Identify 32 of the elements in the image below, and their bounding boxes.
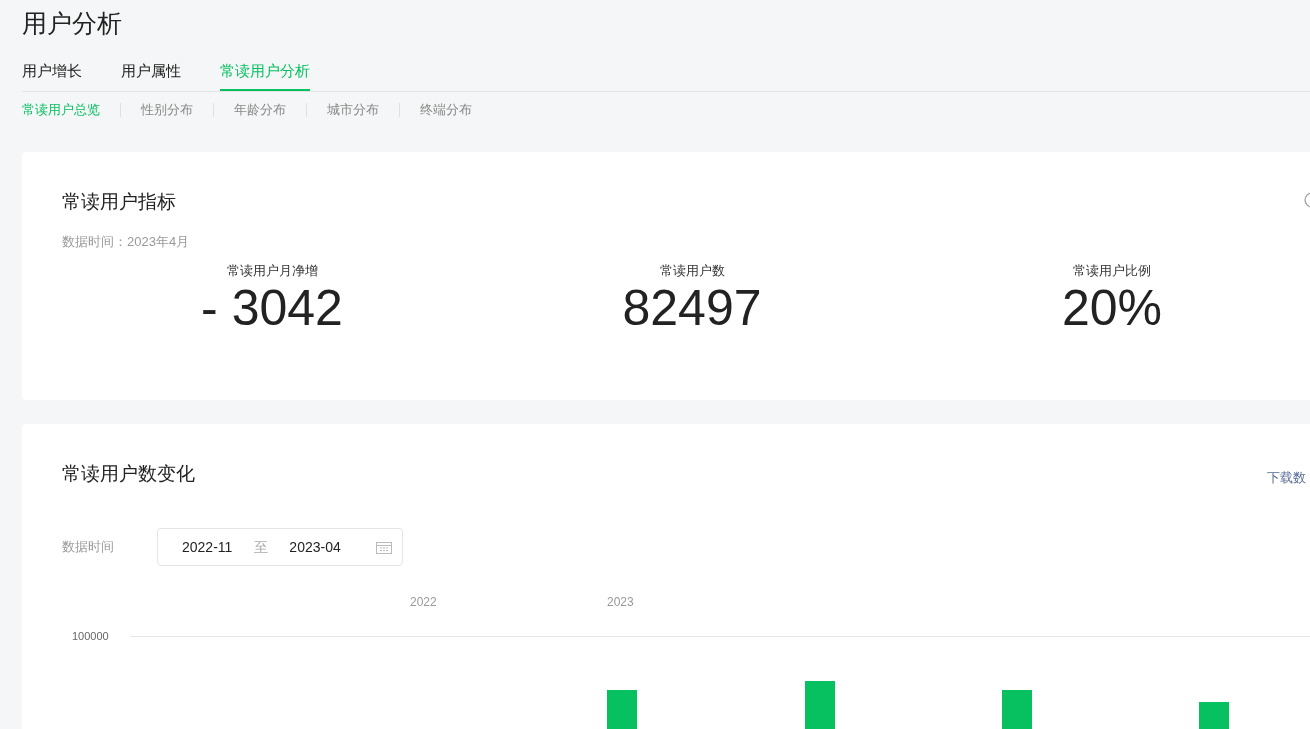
metric-value: 82497: [622, 280, 762, 336]
metric-value: 20%: [1061, 280, 1163, 336]
download-link[interactable]: 下载数: [1267, 468, 1306, 488]
start-date: 2022-11: [182, 537, 233, 557]
sub-tab[interactable]: 年龄分布: [234, 101, 286, 119]
date-range-field[interactable]: 2022-11 至 2023-04: [157, 528, 403, 566]
year-label: 2023: [607, 594, 634, 611]
calendar-icon[interactable]: [376, 540, 392, 554]
chart-bar: [1199, 702, 1229, 729]
sub-tab[interactable]: 性别分布: [141, 101, 193, 119]
date-label: 数据时间: [62, 538, 115, 557]
sub-tab[interactable]: 常读用户总览: [22, 101, 100, 119]
end-date: 2023-04: [289, 537, 341, 557]
sub-tab[interactable]: 城市分布: [327, 101, 379, 119]
metric-value: - 3042: [201, 280, 343, 336]
tab[interactable]: 常读用户分析: [220, 61, 310, 91]
card-title: 常读用户指标: [62, 190, 176, 214]
chart-bar: [1002, 690, 1032, 729]
data-time: 数据时间：2023年4月: [62, 234, 190, 250]
chart-bar: [607, 690, 637, 729]
chart-bar: [805, 681, 835, 729]
year-label: 2022: [410, 594, 437, 611]
sub-tab[interactable]: 终端分布: [420, 101, 472, 119]
range-separator: 至: [254, 537, 269, 557]
axis-tick-label: 100000: [72, 629, 109, 644]
tab[interactable]: 用户增长: [22, 61, 82, 91]
page-title: 用户分析: [22, 8, 123, 39]
metric-label: 常读用户月净增: [226, 262, 318, 280]
card-title: 常读用户数变化: [62, 462, 195, 486]
metric-label: 常读用户比例: [1073, 262, 1151, 280]
tab[interactable]: 用户属性: [121, 61, 181, 91]
metric-label: 常读用户数: [659, 262, 725, 280]
